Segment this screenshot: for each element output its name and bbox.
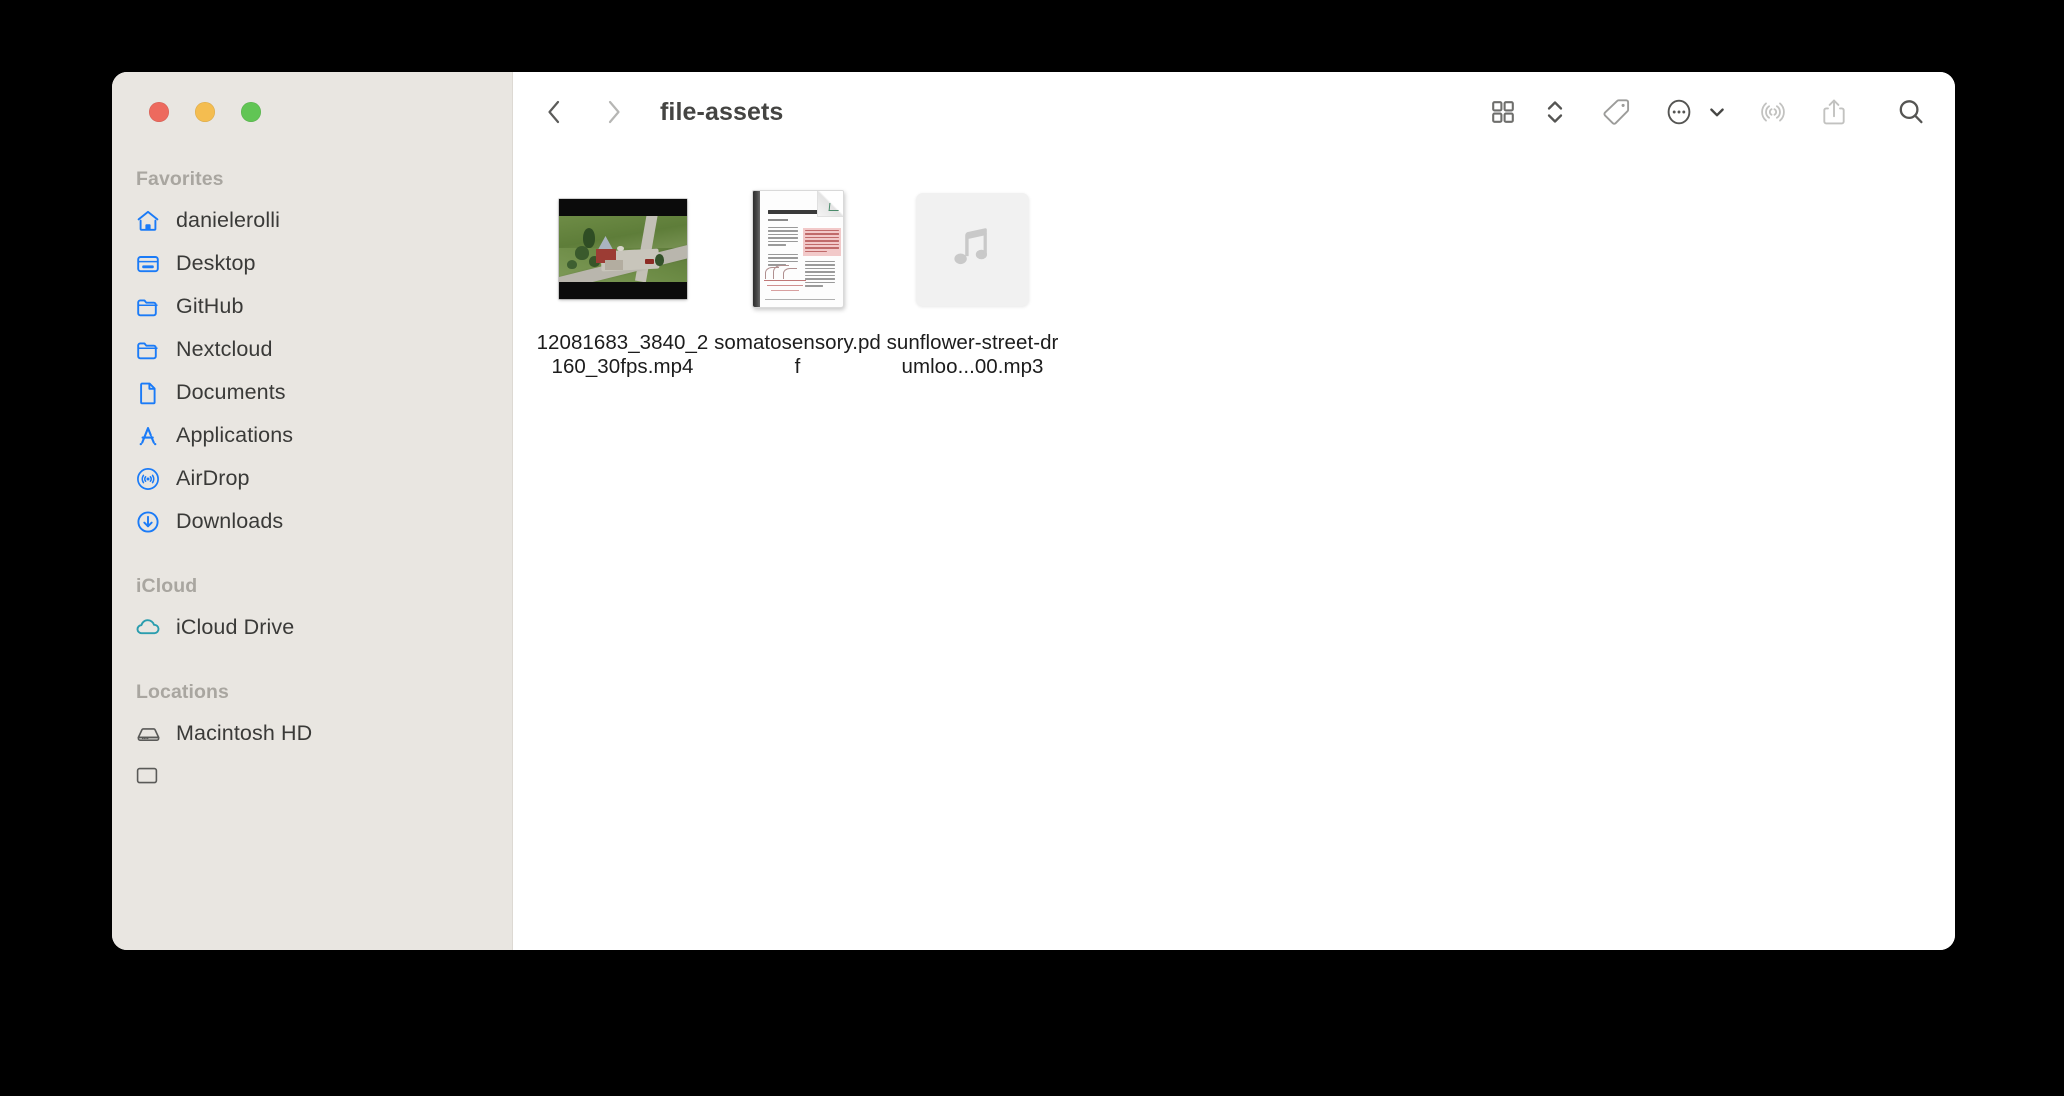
- airdrop-icon: [134, 465, 162, 493]
- back-button[interactable]: [539, 95, 569, 129]
- sidebar-item-applications[interactable]: Applications: [112, 414, 512, 457]
- file-item[interactable]: somatosensory.pdf: [710, 177, 885, 379]
- sidebar-item-airdrop[interactable]: AirDrop: [112, 457, 512, 500]
- sidebar-item-label: danielerolli: [176, 208, 280, 232]
- file-thumbnail: [893, 183, 1052, 315]
- sidebar-item-documents[interactable]: Documents: [112, 371, 512, 414]
- sidebar-item-icloud-drive[interactable]: iCloud Drive: [112, 606, 512, 649]
- hard-disk-icon: [134, 720, 162, 748]
- sidebar-item-label: GitHub: [176, 294, 244, 318]
- file-thumbnail: [718, 183, 877, 315]
- sidebar-item-github[interactable]: GitHub: [112, 285, 512, 328]
- sidebar-section-icloud: iCloud iCloud Drive: [112, 575, 512, 649]
- sidebar-item-label: Applications: [176, 423, 294, 447]
- toolbar: file-assets: [513, 72, 1955, 152]
- forward-button[interactable]: [599, 95, 629, 129]
- sidebar-item-label: iCloud Drive: [176, 615, 295, 639]
- home-icon: [134, 207, 162, 235]
- sidebar-section-title: iCloud: [136, 575, 198, 597]
- cloud-icon: [134, 614, 162, 642]
- minimize-button[interactable]: [195, 102, 215, 122]
- applications-icon: [134, 422, 162, 450]
- window-controls: [149, 102, 261, 122]
- main-content-pane: file-assets 12081683_3840_2160_30fps.mp4…: [513, 72, 1955, 950]
- sidebar-item-label: Documents: [176, 380, 286, 404]
- maximize-button[interactable]: [241, 102, 261, 122]
- sidebar-item-desktop[interactable]: Desktop: [112, 242, 512, 285]
- sidebar-item-label: Desktop: [176, 251, 256, 275]
- document-icon: [134, 379, 162, 407]
- sidebar: Favorites danielerolli Desktop GitHub Ne…: [112, 72, 513, 950]
- sidebar-item-danielerolli[interactable]: danielerolli: [112, 199, 512, 242]
- ellipsis-circle-icon[interactable]: [1663, 90, 1695, 134]
- search-icon[interactable]: [1895, 90, 1927, 134]
- grid-view-icon[interactable]: [1489, 90, 1517, 134]
- sidebar-section-title: Locations: [136, 681, 229, 703]
- sidebar-item-label: Macintosh HD: [176, 721, 313, 745]
- share-icon[interactable]: [1819, 90, 1849, 134]
- file-name-label: 12081683_3840_2160_30fps.mp4: [536, 331, 709, 378]
- sidebar-item-label: Downloads: [176, 509, 284, 533]
- sidebar-section-title: Favorites: [136, 168, 224, 190]
- file-thumbnail: [543, 183, 702, 315]
- airdrop-icon[interactable]: [1757, 90, 1789, 134]
- page-title: file-assets: [660, 97, 784, 126]
- tag-icon[interactable]: [1599, 90, 1633, 134]
- sidebar-item-label: AirDrop: [176, 466, 250, 490]
- file-item[interactable]: sunflower-street-drumloo...00.mp3: [885, 177, 1060, 379]
- sidebar-item-macintosh-hd[interactable]: Macintosh HD: [112, 712, 512, 755]
- sidebar-section-locations: Locations Macintosh HD: [112, 681, 512, 785]
- close-button[interactable]: [149, 102, 169, 122]
- folder-icon: [134, 336, 162, 364]
- pdf-thumbnail-somatosensory: [751, 190, 844, 308]
- video-thumbnail-aerial-farm: [558, 199, 687, 299]
- sidebar-item-downloads[interactable]: Downloads: [112, 500, 512, 543]
- view-stepper-icon[interactable]: [1545, 90, 1565, 134]
- sidebar-scroll-area[interactable]: Favorites danielerolli Desktop GitHub Ne…: [112, 72, 512, 785]
- music-note-icon: [945, 219, 1001, 280]
- sidebar-item-partial-clipped[interactable]: [112, 765, 512, 785]
- file-name-label: sunflower-street-drumloo...00.mp3: [886, 331, 1059, 378]
- file-icon-grid[interactable]: 12081683_3840_2160_30fps.mp4 somatosenso…: [513, 152, 1955, 950]
- file-item[interactable]: 12081683_3840_2160_30fps.mp4: [535, 177, 710, 379]
- sidebar-item-nextcloud[interactable]: Nextcloud: [112, 328, 512, 371]
- navigation-buttons: [539, 95, 629, 129]
- sidebar-item-label: Nextcloud: [176, 337, 273, 361]
- file-name-label: somatosensory.pdf: [714, 331, 881, 378]
- toolbar-actions: [1489, 72, 1927, 152]
- chevron-down-icon[interactable]: [1707, 90, 1727, 134]
- audio-thumbnail: [916, 192, 1029, 306]
- disk-icon-partial: [134, 765, 160, 785]
- desktop-icon: [134, 250, 162, 278]
- finder-window: Favorites danielerolli Desktop GitHub Ne…: [112, 72, 1955, 950]
- folder-icon: [134, 293, 162, 321]
- downloads-icon: [134, 508, 162, 536]
- sidebar-section-favorites: Favorites danielerolli Desktop GitHub Ne…: [112, 168, 512, 543]
